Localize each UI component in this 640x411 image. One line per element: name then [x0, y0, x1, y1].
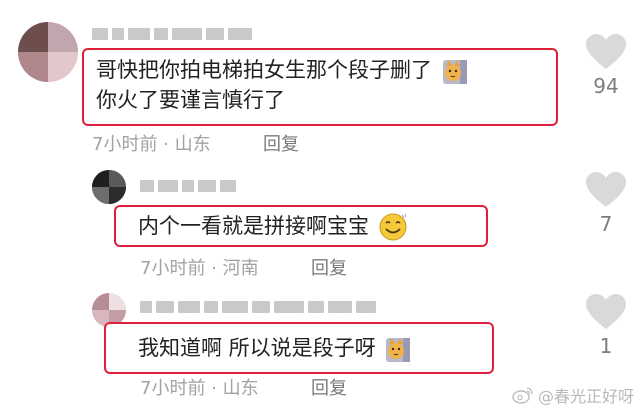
username-blurred[interactable] — [140, 301, 376, 313]
reply-button[interactable]: 回复 — [311, 374, 347, 400]
weibo-icon — [512, 387, 533, 404]
comment-meta: 7小时前 · 河南 — [140, 254, 259, 280]
comment-time: 7小时前 — [92, 134, 158, 155]
username-blurred[interactable] — [92, 28, 252, 40]
watermark: @春光正好呀 — [512, 383, 634, 407]
reply-button[interactable]: 回复 — [263, 130, 299, 156]
avatar-pixel — [92, 187, 109, 204]
comment-meta: 7小时前 · 山东 — [92, 130, 211, 156]
comment-meta: 7小时前 · 山东 — [140, 374, 259, 400]
comment-time: 7小时前 — [140, 378, 206, 399]
cat-emoji-icon — [386, 338, 411, 362]
avatar-pixel — [18, 52, 48, 82]
like-group: 94 — [584, 34, 628, 98]
comment-text-line: 哥快把你拍电梯拍女生那个段子删了 — [96, 58, 432, 82]
avatar[interactable] — [92, 170, 126, 204]
like-count: 1 — [599, 334, 613, 358]
reply-button[interactable]: 回复 — [311, 254, 347, 280]
comment-time: 7小时前 — [140, 258, 206, 279]
meta-separator: · — [205, 378, 223, 399]
avatar-pixel — [109, 187, 126, 204]
comment-text-line: 我知道啊 所以说是段子呀 — [138, 336, 376, 360]
comment-location: 山东 — [174, 134, 211, 155]
like-count: 94 — [593, 74, 619, 98]
comment-text[interactable]: 内个一看就是拼接啊宝宝 — [138, 211, 408, 242]
smile-emoji-icon — [379, 213, 407, 241]
comment-text-line: 你火了要谨言慎行了 — [96, 88, 285, 112]
comment-location: 河南 — [222, 258, 259, 279]
comment-location: 山东 — [222, 378, 259, 399]
avatar-pixel — [109, 170, 126, 187]
avatar-pixel — [48, 22, 78, 52]
like-group: 1 — [584, 294, 628, 358]
heart-icon[interactable] — [586, 172, 626, 208]
avatar-pixel — [109, 293, 126, 310]
comment-section: 哥快把你拍电梯拍女生那个段子删了 你火了要谨言慎行了 7小时前 · 山东 回复 … — [0, 0, 640, 411]
meta-separator: · — [205, 258, 223, 279]
comment-text[interactable]: 哥快把你拍电梯拍女生那个段子删了 你火了要谨言慎行了 — [96, 55, 467, 115]
like-count: 7 — [599, 212, 613, 236]
like-group: 7 — [584, 172, 628, 236]
avatar-pixel — [48, 52, 78, 82]
heart-icon[interactable] — [586, 34, 626, 70]
avatar-pixel — [92, 293, 109, 310]
avatar-pixel — [18, 22, 48, 52]
meta-separator: · — [157, 134, 175, 155]
heart-icon[interactable] — [586, 294, 626, 330]
comment-text-line: 内个一看就是拼接啊宝宝 — [138, 214, 369, 238]
comment-text[interactable]: 我知道啊 所以说是段子呀 — [138, 333, 411, 363]
avatar[interactable] — [18, 22, 78, 82]
avatar-pixel — [92, 170, 109, 187]
username-blurred[interactable] — [140, 180, 236, 192]
cat-emoji-icon — [442, 60, 467, 84]
watermark-text: @春光正好呀 — [537, 387, 634, 406]
